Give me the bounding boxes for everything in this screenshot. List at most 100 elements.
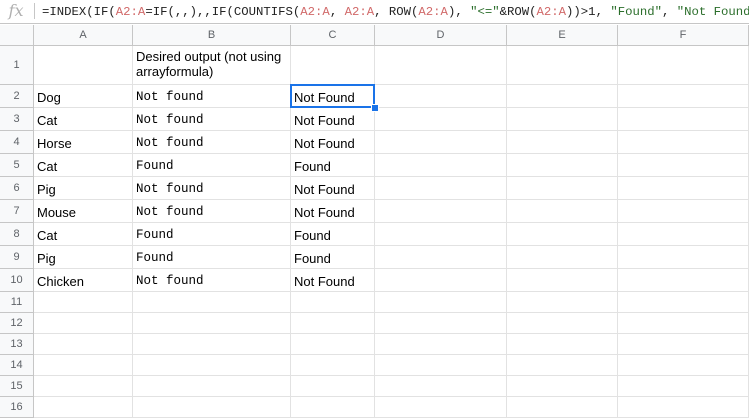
select-all-corner[interactable]	[0, 25, 34, 46]
cell[interactable]	[618, 223, 749, 246]
cell[interactable]	[618, 334, 749, 355]
column-header-b[interactable]: B	[133, 25, 291, 46]
column-header-f[interactable]: F	[618, 25, 749, 46]
cell[interactable]: Not Found	[291, 85, 375, 108]
cell[interactable]	[507, 131, 618, 154]
row-header[interactable]: 2	[0, 85, 34, 108]
cell[interactable]	[133, 334, 291, 355]
row-header[interactable]: 14	[0, 355, 34, 376]
cell[interactable]	[507, 269, 618, 292]
cell[interactable]	[618, 355, 749, 376]
cell[interactable]: Pig	[34, 246, 133, 269]
cell[interactable]	[507, 355, 618, 376]
cell[interactable]	[618, 292, 749, 313]
cell[interactable]	[34, 376, 133, 397]
cell[interactable]: Found	[291, 223, 375, 246]
cell[interactable]	[34, 313, 133, 334]
cell[interactable]	[291, 376, 375, 397]
cell[interactable]	[375, 177, 507, 200]
cell[interactable]	[291, 334, 375, 355]
row-header[interactable]: 6	[0, 177, 34, 200]
cell[interactable]: Found	[291, 154, 375, 177]
row-header[interactable]: 4	[0, 131, 34, 154]
cell[interactable]	[507, 177, 618, 200]
cell[interactable]	[507, 334, 618, 355]
cell[interactable]: Dog	[34, 85, 133, 108]
cell[interactable]: Chicken	[34, 269, 133, 292]
cell[interactable]: Pig	[34, 177, 133, 200]
cell[interactable]	[618, 131, 749, 154]
cell[interactable]: Not found	[133, 177, 291, 200]
cell[interactable]	[375, 154, 507, 177]
cell[interactable]	[507, 376, 618, 397]
cell[interactable]	[34, 292, 133, 313]
cell[interactable]	[507, 223, 618, 246]
cell[interactable]	[34, 355, 133, 376]
row-header[interactable]: 9	[0, 246, 34, 269]
row-header[interactable]: 11	[0, 292, 34, 313]
cell[interactable]	[507, 292, 618, 313]
column-header-c[interactable]: C	[291, 25, 375, 46]
cell[interactable]	[375, 223, 507, 246]
cell[interactable]	[34, 334, 133, 355]
row-header[interactable]: 12	[0, 313, 34, 334]
cell[interactable]: Not found	[133, 108, 291, 131]
cell[interactable]	[133, 355, 291, 376]
cell[interactable]	[618, 177, 749, 200]
cell[interactable]	[375, 292, 507, 313]
formula-input[interactable]: =INDEX(IF(A2:A=IF(,,),,IF(COUNTIFS(A2:A,…	[42, 3, 749, 21]
row-header[interactable]: 13	[0, 334, 34, 355]
cell[interactable]: Not Found	[291, 177, 375, 200]
row-header[interactable]: 5	[0, 154, 34, 177]
cell[interactable]	[133, 313, 291, 334]
cell[interactable]	[618, 46, 749, 85]
cell[interactable]	[618, 269, 749, 292]
cell[interactable]	[618, 154, 749, 177]
cell[interactable]	[507, 85, 618, 108]
cell[interactable]: Not found	[133, 85, 291, 108]
cell[interactable]	[291, 355, 375, 376]
cell[interactable]	[133, 376, 291, 397]
cell[interactable]	[507, 108, 618, 131]
row-header[interactable]: 7	[0, 200, 34, 223]
column-header-a[interactable]: A	[34, 25, 133, 46]
cell[interactable]	[375, 334, 507, 355]
cell[interactable]	[375, 313, 507, 334]
cell[interactable]: Not Found	[291, 200, 375, 223]
cell[interactable]	[618, 85, 749, 108]
cell[interactable]	[375, 269, 507, 292]
cell[interactable]	[618, 376, 749, 397]
cell[interactable]	[375, 200, 507, 223]
cell[interactable]	[507, 313, 618, 334]
cell[interactable]: Not found	[133, 131, 291, 154]
row-header[interactable]: 8	[0, 223, 34, 246]
column-header-e[interactable]: E	[507, 25, 618, 46]
cell[interactable]: Cat	[34, 154, 133, 177]
cell[interactable]: Not Found	[291, 108, 375, 131]
cell[interactable]: Found	[133, 154, 291, 177]
cell[interactable]: Cat	[34, 108, 133, 131]
cell[interactable]	[291, 46, 375, 85]
formula-bar[interactable]: fx =INDEX(IF(A2:A=IF(,,),,IF(COUNTIFS(A2…	[0, 0, 749, 24]
cell[interactable]	[375, 355, 507, 376]
cell[interactable]	[375, 46, 507, 85]
cell[interactable]: Desired output (not using arrayformula)	[133, 46, 291, 85]
row-header[interactable]: 15	[0, 376, 34, 397]
cell[interactable]: Found	[133, 246, 291, 269]
row-header[interactable]: 10	[0, 269, 34, 292]
cell[interactable]	[34, 46, 133, 85]
fill-handle[interactable]	[371, 104, 379, 112]
cell[interactable]: Not found	[133, 269, 291, 292]
cell[interactable]: Found	[291, 246, 375, 269]
column-header-d[interactable]: D	[375, 25, 507, 46]
cell[interactable]	[618, 246, 749, 269]
row-header[interactable]: 3	[0, 108, 34, 131]
cell[interactable]	[375, 85, 507, 108]
cell[interactable]	[375, 131, 507, 154]
cell[interactable]: Not Found	[291, 269, 375, 292]
cell[interactable]	[507, 200, 618, 223]
cell[interactable]	[133, 292, 291, 313]
cell[interactable]	[375, 108, 507, 131]
cell[interactable]: Horse	[34, 131, 133, 154]
cell[interactable]	[507, 154, 618, 177]
